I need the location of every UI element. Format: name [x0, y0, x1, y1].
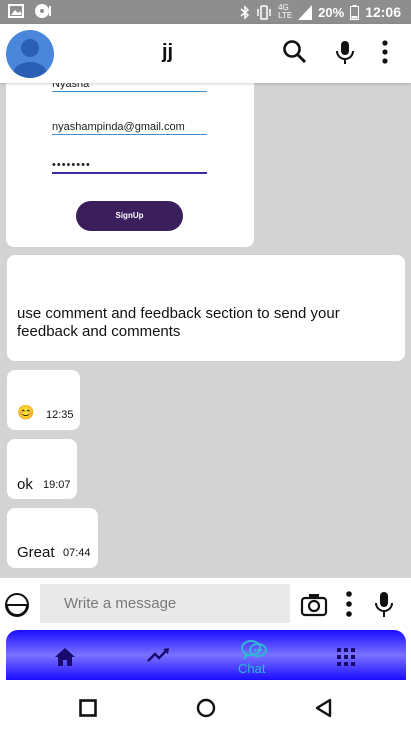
app-header: jj — [0, 24, 411, 83]
message-bubble[interactable]: 😊 12:35 — [7, 370, 80, 430]
nav-trending[interactable] — [131, 630, 191, 680]
status-time: 12:06 — [365, 4, 401, 20]
image-message[interactable]: Nyasha nyashampinda@gmail.com •••••••• S… — [6, 83, 254, 247]
message-text: use comment and feedback section to send… — [17, 305, 340, 340]
message-time: 12:35 — [46, 409, 74, 421]
more-vert-icon[interactable] — [340, 590, 358, 618]
message-time: 07:44 — [63, 547, 91, 559]
chat-title: jj — [162, 41, 174, 63]
vibrate-icon — [257, 4, 271, 20]
bottom-navigation: Chat — [6, 630, 406, 680]
battery-icon — [350, 4, 360, 20]
bluetooth-icon — [240, 4, 250, 20]
media-notification-icon — [35, 4, 51, 18]
chat-icon — [241, 640, 267, 660]
message-text: ok — [17, 476, 33, 493]
trending-icon — [147, 648, 169, 662]
nav-chat[interactable]: Chat — [221, 630, 291, 680]
signup-button-image: SignUp — [76, 201, 183, 231]
apps-grid-icon — [337, 648, 355, 666]
message-text: Great — [17, 544, 55, 561]
back-icon[interactable] — [314, 698, 332, 718]
message-composer — [0, 578, 411, 630]
avatar-icon[interactable] — [6, 30, 54, 78]
message-input[interactable] — [40, 584, 290, 623]
text-message[interactable]: use comment and feedback section to send… — [7, 255, 405, 361]
mic-icon[interactable] — [372, 590, 396, 618]
email-field-value: nyashampinda@gmail.com — [52, 121, 207, 135]
battery-percent: 20% — [318, 4, 345, 20]
status-bar: 4G LTE 20% 12:06 — [0, 0, 411, 24]
chat-messages[interactable]: Nyasha nyashampinda@gmail.com •••••••• S… — [0, 83, 411, 578]
password-field-value: •••••••• — [52, 159, 207, 174]
gallery-notification-icon — [8, 4, 24, 18]
mic-icon[interactable] — [332, 39, 358, 65]
message-bubble[interactable]: ok 19:07 — [7, 439, 77, 499]
network-type-label: 4G LTE — [278, 3, 293, 20]
nav-home[interactable] — [36, 630, 96, 680]
search-icon[interactable] — [282, 39, 308, 65]
camera-icon[interactable] — [300, 593, 328, 617]
nav-apps[interactable] — [326, 630, 386, 680]
signal-icon — [298, 4, 313, 20]
message-time: 19:07 — [43, 479, 71, 491]
home-circle-icon[interactable] — [196, 698, 216, 718]
home-icon — [55, 648, 75, 666]
emoji-icon[interactable] — [4, 592, 30, 618]
message-bubble[interactable]: Great 07:44 — [7, 508, 98, 568]
recents-icon[interactable] — [79, 699, 97, 717]
system-navigation-bar — [0, 680, 411, 730]
emoji-message: 😊 — [17, 404, 35, 420]
more-vert-icon[interactable] — [372, 39, 398, 65]
name-field-value: Nyasha — [52, 83, 207, 92]
nav-chat-label: Chat — [238, 661, 266, 676]
